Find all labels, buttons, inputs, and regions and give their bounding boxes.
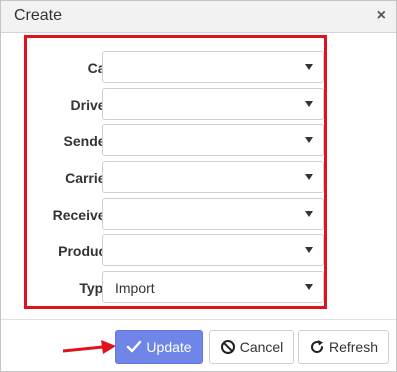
- field-row-carrier: Carrier: [27, 161, 324, 193]
- check-icon: [127, 340, 142, 353]
- cancel-button-label: Cancel: [239, 339, 284, 355]
- update-button[interactable]: Update: [115, 330, 203, 364]
- create-dialog: Create × Car Driver Sender Carrier Recei…: [0, 0, 397, 372]
- dialog-titlebar: Create ×: [1, 1, 396, 33]
- update-button-label: Update: [146, 339, 192, 355]
- receiver-select[interactable]: [102, 198, 324, 230]
- carrier-select[interactable]: [102, 161, 324, 193]
- refresh-button-label: Refresh: [328, 339, 379, 355]
- footer-divider: [1, 319, 396, 320]
- field-row-sender: Sender: [27, 124, 324, 156]
- cancel-button[interactable]: Cancel: [209, 330, 294, 364]
- field-row-receiver: Receiver: [27, 198, 324, 230]
- dialog-title: Create: [14, 7, 63, 24]
- chevron-down-icon: [305, 137, 313, 143]
- chevron-down-icon: [305, 64, 313, 70]
- chevron-down-icon: [305, 247, 313, 253]
- type-select[interactable]: Import: [102, 271, 324, 303]
- ban-icon: [220, 340, 235, 354]
- form-highlight-box: Car Driver Sender Carrier Receiver Produ…: [24, 35, 327, 309]
- field-row-product: Product: [27, 234, 324, 266]
- annotation-arrow-icon: [63, 340, 116, 354]
- chevron-down-icon: [305, 174, 313, 180]
- chevron-down-icon: [305, 101, 313, 107]
- car-select[interactable]: [102, 51, 324, 83]
- driver-select[interactable]: [102, 88, 324, 120]
- field-row-type: Type Import: [27, 271, 324, 303]
- field-row-car: Car: [27, 51, 324, 83]
- chevron-down-icon: [305, 284, 313, 290]
- product-select[interactable]: [102, 234, 324, 266]
- sender-select[interactable]: [102, 124, 324, 156]
- refresh-icon: [310, 340, 323, 353]
- type-select-value: Import: [115, 280, 155, 296]
- chevron-down-icon: [305, 211, 313, 217]
- refresh-button[interactable]: Refresh: [298, 330, 389, 364]
- close-icon[interactable]: ×: [377, 7, 386, 25]
- field-row-driver: Driver: [27, 88, 324, 120]
